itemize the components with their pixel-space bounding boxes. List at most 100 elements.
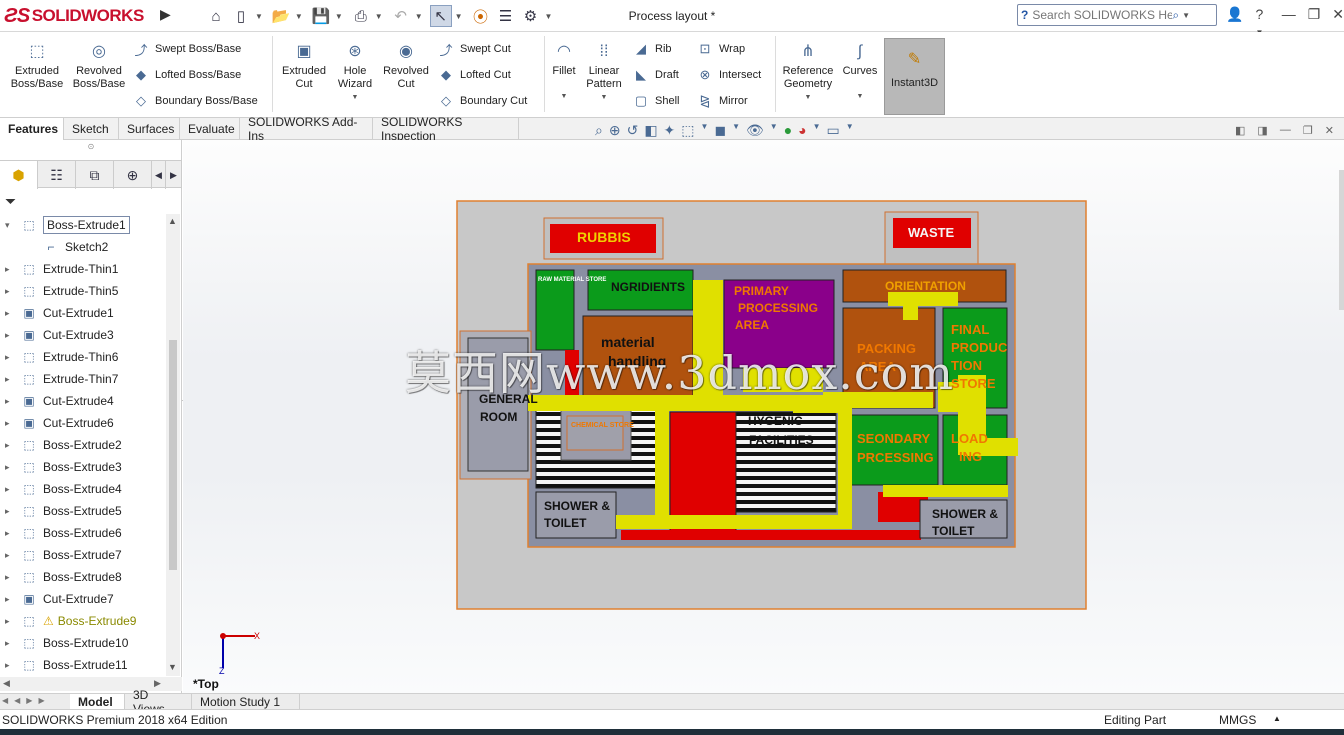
scroll-up-icon[interactable]: ▲: [168, 216, 177, 226]
boundary-boss-button[interactable]: ◇ Boundary Boss/Base: [132, 90, 258, 112]
extruded-cut-button[interactable]: ▣ Extruded Cut: [276, 32, 332, 91]
undo-dropdown-icon[interactable]: ▼: [415, 12, 423, 21]
hscroll-left-icon[interactable]: ◀: [3, 678, 10, 689]
curves-dropdown-icon[interactable]: ▼: [857, 90, 864, 103]
edit-appearance-icon[interactable]: ●: [784, 122, 792, 139]
previous-view-icon[interactable]: ↺: [627, 122, 639, 139]
expand-arrow-icon[interactable]: ▸: [5, 330, 13, 341]
mirror-button[interactable]: ⧎ Mirror: [696, 90, 748, 112]
tree-item[interactable]: ▸ ⬚ Boss-Extrude4: [0, 478, 166, 500]
feature-manager-tab-icon[interactable]: ⬢: [0, 161, 38, 189]
view-orientation-dropdown-icon[interactable]: ▼: [701, 122, 709, 139]
tree-scroll-thumb[interactable]: [169, 340, 177, 570]
doc-minimize-icon[interactable]: —: [1280, 124, 1291, 137]
select-dropdown-icon[interactable]: ▼: [455, 12, 463, 21]
open-dropdown-icon[interactable]: ▼: [295, 12, 303, 21]
print-dropdown-icon[interactable]: ▼: [375, 12, 383, 21]
dimxpert-manager-tab-icon[interactable]: ⊕: [114, 161, 152, 189]
solidworks-logo[interactable]: ƧS SOLIDWORKS: [4, 2, 154, 30]
curves-button[interactable]: ∫ Curves ▼: [840, 32, 880, 103]
scroll-down-icon[interactable]: ▼: [168, 662, 177, 672]
rib-button[interactable]: ◢ Rib: [632, 38, 672, 60]
reference-geometry-dropdown-icon[interactable]: ▼: [805, 91, 812, 104]
collapse-arrow-icon[interactable]: ▾: [5, 220, 13, 231]
expand-arrow-icon[interactable]: ▸: [5, 396, 13, 407]
expand-arrow-icon[interactable]: ▸: [5, 286, 13, 297]
expand-arrow-icon[interactable]: ▸: [5, 550, 13, 561]
expand-arrow-icon[interactable]: ▸: [5, 440, 13, 451]
fillet-dropdown-icon[interactable]: ▼: [561, 90, 568, 103]
doc-restore-icon[interactable]: ❐: [1303, 124, 1313, 137]
expand-arrow-icon[interactable]: ▸: [5, 352, 13, 363]
expand-arrow-icon[interactable]: ▸: [5, 572, 13, 583]
tab-features[interactable]: Features: [0, 118, 64, 140]
section-view-icon[interactable]: ◧: [644, 122, 657, 139]
tree-item[interactable]: ▸ ▣ Cut-Extrude7: [0, 588, 166, 610]
doc-tile-right-icon[interactable]: ◨: [1257, 124, 1267, 137]
linear-pattern-dropdown-icon[interactable]: ▼: [601, 91, 608, 104]
tree-vertical-scrollbar[interactable]: ▲ ▼: [166, 214, 180, 676]
tree-item[interactable]: ▸ ⬚ ⚠ Boss-Extrude9: [0, 610, 166, 632]
undo-icon[interactable]: ↶: [390, 5, 412, 27]
lofted-boss-button[interactable]: ◆ Lofted Boss/Base: [132, 64, 241, 86]
shell-button[interactable]: ▢ Shell: [632, 90, 680, 112]
tree-item[interactable]: ▸ ⬚ Extrude-Thin7: [0, 368, 166, 390]
file-properties-icon[interactable]: ☰: [495, 5, 517, 27]
expand-arrow-icon[interactable]: ▸: [5, 418, 13, 429]
configuration-manager-tab-icon[interactable]: ⧉: [76, 161, 114, 189]
save-dropdown-icon[interactable]: ▼: [335, 12, 343, 21]
hide-show-items-icon[interactable]: 👁: [746, 122, 764, 139]
instant3d-button[interactable]: ✎ Instant3D: [884, 38, 945, 115]
tree-item[interactable]: ▸ ▣ Cut-Extrude4: [0, 390, 166, 412]
new-dropdown-icon[interactable]: ▼: [255, 12, 263, 21]
tree-item[interactable]: ▸ ⬚ Extrude-Thin6: [0, 346, 166, 368]
dynamic-annotation-icon[interactable]: ✦: [664, 122, 676, 139]
unit-system-selector[interactable]: MMGS: [1219, 713, 1256, 727]
tree-item[interactable]: ▾ ⬚ Boss-Extrude1: [0, 214, 166, 236]
tree-item[interactable]: ▸ ⬚ Boss-Extrude6: [0, 522, 166, 544]
tab-sketch[interactable]: Sketch: [64, 118, 119, 140]
boundary-cut-button[interactable]: ◇ Boundary Cut: [437, 90, 527, 112]
help-search-box[interactable]: ? ⌕ ▼: [1017, 4, 1217, 26]
display-style-icon[interactable]: ◼: [714, 122, 726, 139]
tree-item[interactable]: ▸ ⬚ Extrude-Thin1: [0, 258, 166, 280]
save-icon[interactable]: 💾: [310, 5, 332, 27]
search-dropdown-icon[interactable]: ▼: [1182, 11, 1190, 20]
home-icon[interactable]: ⌂: [205, 5, 227, 27]
linear-pattern-button[interactable]: ⁞⁞ Linear Pattern ▼: [582, 32, 626, 104]
tree-item[interactable]: ▸ ⬚ Extrude-Thin5: [0, 280, 166, 302]
expand-arrow-icon[interactable]: ▸: [5, 660, 13, 671]
view-orientation-icon[interactable]: ⬚: [681, 122, 694, 139]
tab-model[interactable]: Model: [70, 694, 125, 710]
expand-arrow-icon[interactable]: ▸: [5, 506, 13, 517]
tab-3d-views[interactable]: 3D Views: [125, 688, 192, 716]
graphics-area[interactable]: RUBBIS WASTE RAW MATERIAL STORE NGRIDIEN…: [183, 140, 1344, 693]
hole-wizard-dropdown-icon[interactable]: ▼: [352, 91, 359, 104]
wrap-button[interactable]: ⊡ Wrap: [696, 38, 746, 60]
tree-item[interactable]: ▸ ▣ Cut-Extrude6: [0, 412, 166, 434]
tree-item[interactable]: ▸ ⬚ Boss-Extrude8: [0, 566, 166, 588]
apply-scene-icon[interactable]: ◕: [798, 122, 806, 139]
tabs-scroll-right-icon[interactable]: ▶: [166, 161, 182, 189]
tree-item[interactable]: ▸ ⬚ Boss-Extrude11: [0, 654, 166, 676]
expand-arrow-icon[interactable]: ▸: [5, 374, 13, 385]
options-dropdown-icon[interactable]: ▼: [545, 12, 553, 21]
revolved-cut-button[interactable]: ◉ Revolved Cut: [380, 32, 432, 91]
task-pane-collapsed-edge[interactable]: [1339, 170, 1344, 310]
menu-expand-icon[interactable]: ▶: [160, 6, 172, 26]
tree-item[interactable]: ⌐ Sketch2: [0, 236, 166, 258]
tree-item[interactable]: ▸ ⬚ Boss-Extrude5: [0, 500, 166, 522]
expand-arrow-icon[interactable]: ▸: [5, 528, 13, 539]
tab-motion-study-1[interactable]: Motion Study 1: [192, 694, 300, 710]
tab-solidworks-add-ins[interactable]: SOLIDWORKS Add-Ins: [240, 115, 373, 143]
print-icon[interactable]: ⎙: [350, 5, 372, 27]
expand-arrow-icon[interactable]: ▸: [5, 264, 13, 275]
panel-grip-icon[interactable]: ⊙: [0, 142, 182, 154]
select-cursor-icon[interactable]: ↖: [429, 5, 452, 27]
scene-dropdown-icon[interactable]: ▼: [813, 122, 821, 139]
expand-arrow-icon[interactable]: ▸: [5, 594, 13, 605]
swept-cut-button[interactable]: ⤴ Swept Cut: [437, 38, 510, 60]
draft-button[interactable]: ◣ Draft: [632, 64, 679, 86]
intersect-button[interactable]: ⊗ Intersect: [696, 64, 762, 86]
zoom-to-area-icon[interactable]: ⊕: [609, 122, 621, 139]
